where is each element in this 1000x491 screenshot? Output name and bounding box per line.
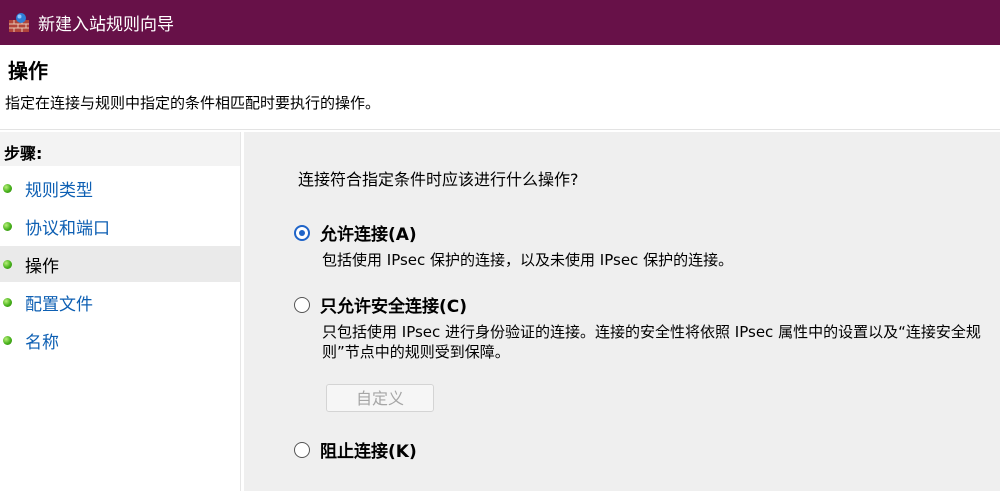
step-indicator-icon [3, 297, 12, 307]
page-header: 操作 指定在连接与规则中指定的条件相匹配时要执行的操作。 [0, 45, 1000, 129]
option-allow-secure-connection[interactable]: 只允许安全连接(C) [294, 292, 467, 317]
step-profile[interactable]: 配置文件 [0, 284, 240, 320]
radio-block[interactable] [294, 441, 310, 458]
step-indicator-icon [3, 221, 12, 231]
steps-heading: 步骤: [4, 144, 43, 163]
step-protocol-ports[interactable]: 协议和端口 [0, 208, 240, 244]
step-indicator-icon [3, 183, 12, 193]
option-label: 允许连接(A) [320, 225, 417, 245]
step-label: 操作 [25, 256, 59, 277]
option-secure-description: 只包括使用 IPsec 进行身份验证的连接。连接的安全性将依照 IPsec 属性… [322, 323, 981, 361]
window-title: 新建入站规则向导 [38, 15, 174, 35]
firewall-wizard-icon [9, 12, 29, 32]
option-block-connection[interactable]: 阻止连接(K) [294, 437, 417, 462]
header-divider [0, 129, 1000, 130]
step-label: 配置文件 [25, 294, 93, 315]
step-indicator-icon [3, 259, 12, 269]
step-name[interactable]: 名称 [0, 322, 240, 358]
option-label: 阻止连接(K) [320, 442, 417, 462]
step-indicator-icon [3, 335, 12, 345]
action-question: 连接符合指定条件时应该进行什么操作? [298, 170, 579, 189]
action-panel: 连接符合指定条件时应该进行什么操作? 允许连接(A) 包括使用 IPsec 保护… [244, 132, 1000, 491]
title-bar: 新建入站规则向导 [0, 0, 1000, 45]
step-label: 协议和端口 [25, 218, 110, 239]
page-description: 指定在连接与规则中指定的条件相匹配时要执行的操作。 [5, 94, 381, 112]
step-action[interactable]: 操作 [0, 246, 240, 282]
radio-allow-secure[interactable] [294, 296, 310, 313]
step-label: 规则类型 [25, 180, 93, 201]
option-allow-description: 包括使用 IPsec 保护的连接，以及未使用 IPsec 保护的连接。 [322, 251, 734, 269]
steps-panel: 步骤: 规则类型 协议和端口 操作 配置文件 名称 [0, 132, 241, 491]
step-label: 名称 [25, 332, 59, 353]
radio-allow[interactable] [294, 224, 310, 241]
customize-button[interactable]: 自定义 [326, 384, 434, 412]
option-label: 只允许安全连接(C) [320, 297, 468, 317]
page-title: 操作 [8, 59, 48, 83]
step-rule-type[interactable]: 规则类型 [0, 170, 240, 206]
option-allow-connection[interactable]: 允许连接(A) [294, 220, 417, 245]
